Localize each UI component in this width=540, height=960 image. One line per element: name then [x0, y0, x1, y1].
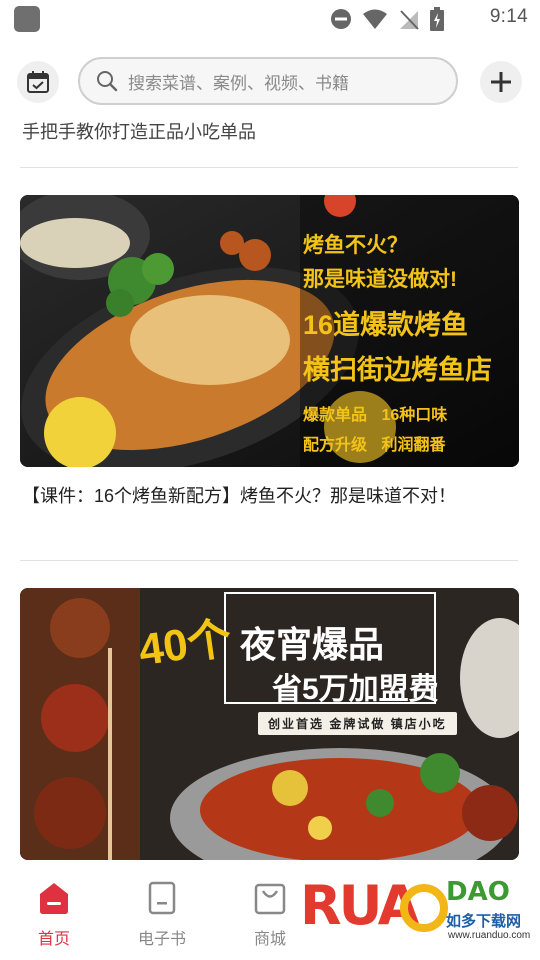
card-banner-grilled-fish[interactable]: 烤鱼不火？ 那是味道没做对! 16道爆款烤鱼 横扫街边烤鱼店 爆款单品 16种口…	[20, 195, 519, 467]
search-bar[interactable]: 搜索菜谱、案例、视频、书籍	[78, 57, 458, 105]
shop-bag-icon	[254, 883, 286, 915]
card-title[interactable]: 【课件：16个烤鱼新配方】烤鱼不火？那是味道不对！	[22, 483, 512, 510]
nav-item-ebook[interactable]: 电子书	[122, 880, 202, 949]
watermark-logo: RUA DAO 如多下载网 www.ruanduo.com	[296, 860, 530, 956]
banner-tagline: 爆款单品 16种口味	[303, 407, 448, 424]
banner-text: 烤鱼不火？ 那是味道没做对! 16道爆款烤鱼 横扫街边烤鱼店 爆款单品 16种口…	[303, 229, 492, 455]
watermark-graphic: RUA DAO	[300, 874, 510, 937]
banner-headline: 横扫街边烤鱼店	[303, 355, 492, 385]
nav-label-ebook: 电子书	[137, 931, 186, 948]
status-bar: 9:14	[0, 0, 540, 38]
svg-text:DAO: DAO	[446, 877, 510, 907]
banner-headline: 16道爆款烤鱼	[303, 310, 469, 340]
wifi-icon	[363, 9, 387, 29]
banner-line: 那是味道没做对!	[303, 268, 457, 291]
calendar-button[interactable]	[17, 61, 59, 103]
search-placeholder: 搜索菜谱、案例、视频、书籍	[128, 73, 349, 93]
list-item-title-cutoff[interactable]: 手把手教你打造正品小吃单品	[22, 122, 256, 144]
divider	[20, 560, 518, 561]
banner-line: 烤鱼不火？	[303, 234, 408, 257]
calendar-icon	[27, 71, 49, 93]
banner-headline: 省5万加盟费	[272, 673, 439, 706]
signal-icon	[400, 10, 419, 30]
ebook-icon	[148, 881, 176, 915]
banner-number: 40个	[135, 613, 235, 676]
app-notification-icon	[14, 6, 40, 32]
nav-label-home: 首页	[37, 931, 70, 948]
plus-icon	[491, 72, 511, 92]
home-icon	[40, 883, 68, 914]
banner-tagline: 创业首选 金牌试做 镇店小吃	[258, 712, 457, 735]
battery-icon	[430, 7, 444, 31]
divider	[20, 167, 518, 168]
status-icons	[330, 7, 444, 31]
dnd-icon	[331, 9, 351, 29]
card-banner-night-snacks[interactable]: 40个 夜宵爆品 省5万加盟费 创业首选 金牌试做 镇店小吃	[20, 588, 519, 860]
add-button[interactable]	[480, 61, 522, 103]
search-icon	[96, 70, 118, 92]
status-time: 9:14	[489, 6, 528, 27]
content-feed[interactable]: 手把手教你打造正品小吃单品 烤鱼不火？ 那是味道没做对! 16道爆款烤鱼 横扫街…	[0, 122, 540, 860]
watermark-url: www.ruanduo.com	[448, 930, 531, 941]
nav-item-home[interactable]: 首页	[14, 880, 94, 949]
watermark-subtitle: 如多下载网	[446, 913, 522, 930]
banner-headline: 夜宵爆品	[240, 624, 385, 665]
banner-tagline: 配方升级 利润翻番	[303, 437, 446, 454]
